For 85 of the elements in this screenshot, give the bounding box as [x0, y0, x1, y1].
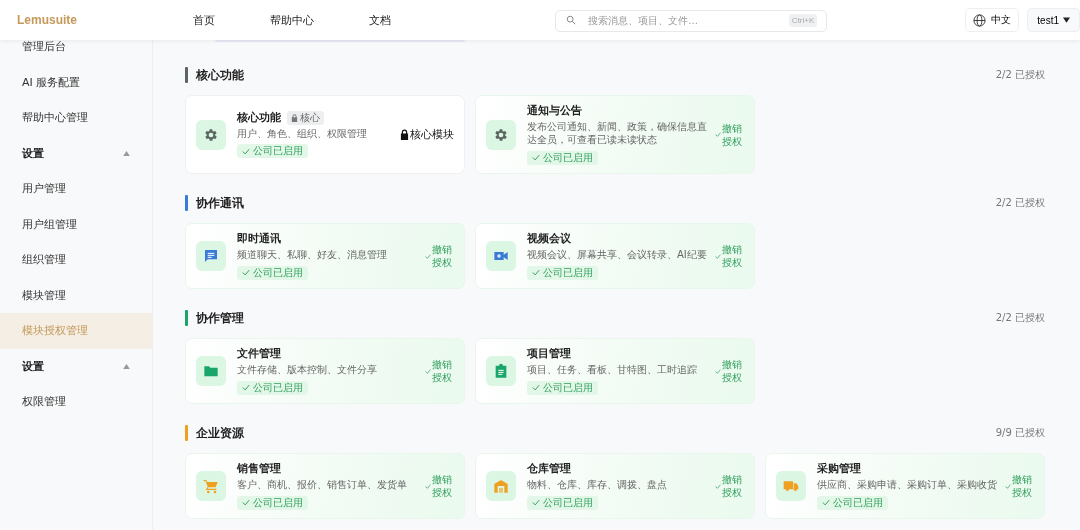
check-icon [242, 384, 250, 391]
status-badge: 公司已启用 [817, 495, 888, 510]
module-name: 仓库管理 [527, 462, 571, 476]
chat-icon [203, 248, 219, 264]
module-description: 视频会议、屏幕共享、会议转录、AI纪要 [527, 248, 708, 261]
check-icon [715, 253, 721, 259]
check-icon [532, 269, 540, 276]
module-name: 销售管理 [237, 462, 281, 476]
check-icon [425, 253, 431, 259]
shortcut-hint: Ctrl+K [788, 14, 818, 27]
module-name: 即时通讯 [237, 232, 281, 246]
sidebar-item[interactable]: 用户管理 [0, 171, 152, 207]
check-icon [532, 499, 540, 506]
sidebar-group[interactable]: 设置 [0, 135, 152, 171]
sidebar-item[interactable]: 用户组管理 [0, 206, 152, 242]
module-description: 发布公司通知、新闻、政策，确保信息直达全员，可查看已读未读状态 [527, 120, 708, 146]
module-description: 文件存储、版本控制、文件分享 [237, 363, 378, 376]
check-icon [242, 269, 250, 276]
module-name: 通知与公告 [527, 104, 582, 118]
nav-link[interactable]: 首页 [193, 12, 216, 28]
check-icon [715, 132, 721, 137]
gear-icon [493, 126, 509, 143]
status-badge: 公司已启用 [527, 150, 598, 165]
chevron-icon [123, 363, 130, 369]
section-count: 2/2 已授权 [995, 196, 1045, 210]
folder-icon [203, 363, 219, 379]
check-icon [242, 147, 250, 155]
module-description: 供应商、采购申请、采购订单、采购收货 [817, 478, 998, 491]
status-badge: 公司已启用 [527, 265, 598, 280]
sidebar-item[interactable]: 管理后台 [0, 40, 152, 65]
check-icon [532, 384, 540, 391]
user-menu-button[interactable]: test1 [1027, 8, 1080, 32]
cart-icon [203, 478, 219, 494]
module-description: 客户、商机、报价、销售订单、发货单 [237, 478, 408, 491]
sidebar-item[interactable]: 权限管理 [0, 384, 152, 420]
module-name: 采购管理 [817, 462, 861, 476]
status-badge: 公司已启用 [237, 265, 308, 280]
section-count: 2/2 已授权 [995, 68, 1045, 82]
language-button[interactable]: 中文 [965, 8, 1020, 32]
section-count: 2/2 已授权 [995, 311, 1045, 325]
sidebar-group[interactable]: 设置 [0, 348, 152, 384]
sidebar-item[interactable]: 帮助中心管理 [0, 100, 152, 136]
warehouse-icon [493, 478, 509, 494]
gear-icon [203, 126, 219, 143]
lock-icon [291, 113, 298, 122]
status-badge: 公司已启用 [527, 380, 598, 395]
module-description: 频道聊天、私聊、好友、消息管理 [237, 248, 388, 261]
sidebar-item[interactable]: AI 服务配置 [0, 64, 152, 100]
status-badge: 公司已启用 [527, 495, 598, 510]
sidebar-item[interactable]: 模块管理 [0, 277, 152, 313]
clipboard-icon [493, 363, 509, 379]
section-title: 协作通讯 [196, 194, 245, 212]
module-name: 核心功能 [237, 110, 281, 125]
core-tag: 核心 [287, 110, 324, 125]
check-icon [242, 499, 250, 506]
module-name: 文件管理 [237, 347, 281, 361]
section-count: 9/9 已授权 [995, 426, 1045, 440]
check-icon [425, 483, 431, 489]
lock-icon [400, 129, 409, 140]
check-icon [1005, 483, 1011, 489]
nav-link[interactable]: 帮助中心 [270, 12, 315, 28]
truck-icon [783, 478, 799, 494]
module-description: 项目、任务、看板、甘特图、工时追踪 [527, 363, 698, 376]
core-module-label: 核心模块 [400, 127, 454, 142]
module-name: 项目管理 [527, 347, 571, 361]
section-title: 核心功能 [196, 66, 245, 84]
status-badge: 公司已启用 [237, 380, 308, 395]
chevron-icon [123, 150, 130, 156]
search-icon [566, 15, 577, 25]
check-icon [822, 499, 830, 506]
module-description: 物料、仓库、库存、调拨、盘点 [527, 478, 668, 491]
check-icon [715, 483, 721, 489]
status-badge: 公司已启用 [237, 144, 308, 158]
module-name: 视频会议 [527, 232, 571, 246]
globe-icon [973, 13, 987, 27]
check-icon [532, 154, 540, 161]
module-description: 用户、角色、组织、权限管理 [237, 126, 368, 140]
section-title: 协作管理 [196, 309, 245, 327]
check-icon [715, 368, 721, 374]
caret-icon [1063, 17, 1070, 23]
status-badge: 公司已启用 [237, 495, 308, 510]
sidebar-item[interactable]: 组织管理 [0, 242, 152, 278]
check-icon [425, 368, 431, 374]
section-title: 企业资源 [196, 424, 245, 442]
nav-link[interactable]: 文档 [369, 12, 392, 28]
